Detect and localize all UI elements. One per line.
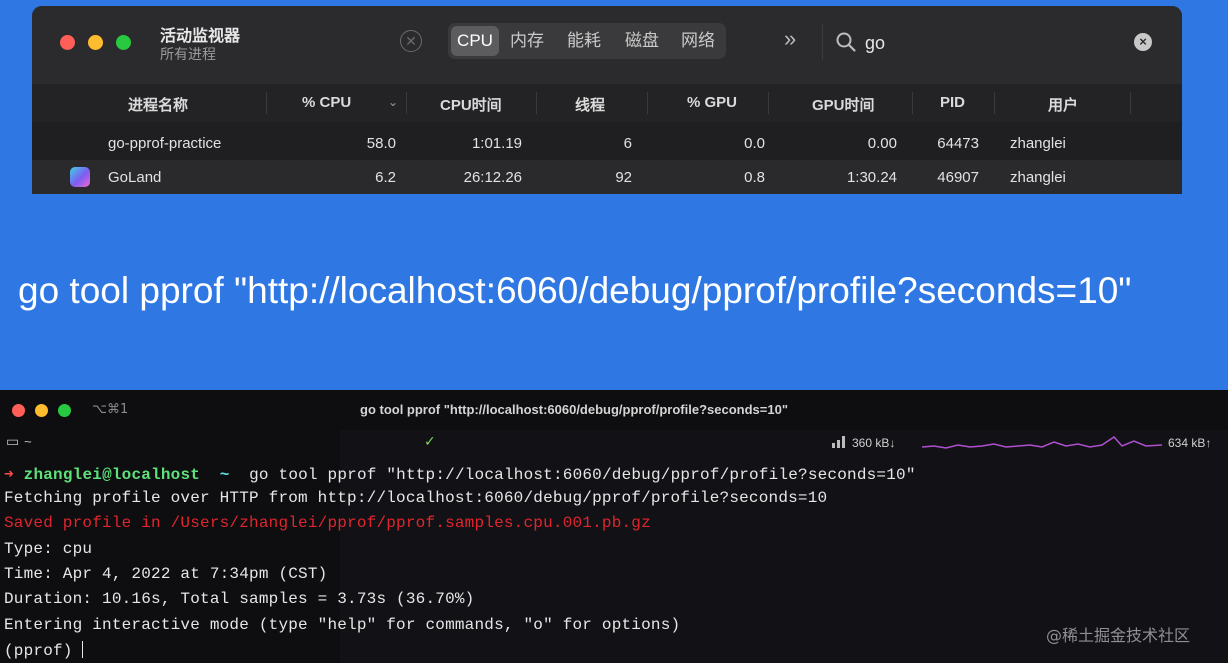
toolbar: 活动监视器 所有进程 ✕ CPU 内存 能耗 磁盘 网络 » ×	[32, 6, 1182, 84]
column-header-pid[interactable]: PID	[940, 94, 965, 111]
column-divider	[912, 92, 913, 114]
terminal-minimize-button[interactable]	[35, 404, 48, 417]
terminal-output-line: Type: cpu	[4, 540, 93, 558]
pprof-prompt-line[interactable]: (pprof)	[4, 641, 84, 660]
column-divider	[994, 92, 995, 114]
terminal-output-line: Fetching profile over HTTP from http://l…	[4, 489, 828, 507]
folder-icon: ▭	[6, 434, 20, 450]
column-header-cpu-time[interactable]: CPU时间	[440, 94, 502, 115]
terminal-prompt-line: ➜ zhanglei@localhost ~ go tool pprof "ht…	[4, 464, 916, 484]
tab-directory: ~	[24, 435, 32, 450]
column-divider	[406, 92, 407, 114]
network-download-rate: 360 kB↓	[852, 436, 896, 450]
prompt-directory: ~	[219, 466, 230, 484]
column-header-threads[interactable]: 线程	[575, 94, 605, 115]
column-divider	[768, 92, 769, 114]
more-tabs-button[interactable]: »	[784, 26, 796, 52]
gpu-time: 0.00	[867, 135, 897, 152]
terminal-output-line: Time: Apr 4, 2022 at 7:34pm (CST)	[4, 565, 328, 583]
column-header-user[interactable]: 用户	[1048, 94, 1078, 115]
pid: 46907	[937, 169, 979, 186]
activity-monitor-window: 活动监视器 所有进程 ✕ CPU 内存 能耗 磁盘 网络 » × 进程名称 % …	[32, 6, 1182, 194]
minimize-window-button[interactable]	[88, 35, 103, 50]
network-upload-rate: 634 kB↑	[1168, 436, 1212, 450]
table-row[interactable]: go-pprof-practice 58.0 1:01.19 6 0.0 0.0…	[32, 126, 1182, 160]
app-title: 活动监视器	[160, 28, 241, 45]
column-header-cpu[interactable]: % CPU	[302, 94, 351, 111]
terminal-window[interactable]: ⌥⌘1 go tool pprof "http://localhost:6060…	[0, 390, 1228, 663]
user: zhanglei	[1010, 169, 1066, 186]
cpu-percent: 58.0	[366, 135, 396, 152]
sort-descending-icon: ⌄	[388, 95, 399, 109]
gpu-percent: 0.0	[744, 135, 765, 152]
cpu-time: 26:12.26	[463, 169, 522, 186]
terminal-output-line: Entering interactive mode (type "help" f…	[4, 616, 681, 634]
watermark: @稀土掘金技术社区	[1046, 626, 1191, 645]
terminal-close-button[interactable]	[12, 404, 25, 417]
network-icon	[832, 436, 845, 448]
prompt-arrow: ➜	[4, 466, 14, 484]
cpu-percent: 6.2	[375, 169, 396, 186]
thread-count: 92	[615, 169, 632, 186]
process-name: GoLand	[108, 169, 162, 186]
gpu-time: 1:30.24	[846, 169, 897, 186]
search-icon	[836, 32, 856, 52]
terminal-output-line: Duration: 10.16s, Total samples = 3.73s …	[4, 590, 475, 608]
column-header-process-name[interactable]: 进程名称	[128, 94, 188, 115]
column-header-gpu[interactable]: % GPU	[687, 94, 737, 111]
x-circle-icon: ✕	[405, 33, 417, 49]
tab-energy[interactable]: 能耗	[560, 26, 608, 56]
app-subtitle: 所有进程	[160, 46, 216, 62]
column-header-gpu-time[interactable]: GPU时间	[812, 94, 875, 115]
user: zhanglei	[1010, 135, 1066, 152]
column-divider	[536, 92, 537, 114]
gpu-percent: 0.8	[744, 169, 765, 186]
command-caption: go tool pprof "http://localhost:6060/deb…	[18, 270, 1132, 311]
terminal-zoom-button[interactable]	[58, 404, 71, 417]
clear-search-icon[interactable]: ×	[1134, 33, 1152, 51]
search-input[interactable]	[863, 30, 1107, 56]
network-activity-graph	[922, 436, 1162, 449]
terminal-title: go tool pprof "http://localhost:6060/deb…	[360, 402, 788, 417]
terminal-saved-profile-line: Saved profile in /Users/zhanglei/pprof/p…	[4, 514, 651, 532]
category-tabs: CPU 内存 能耗 磁盘 网络	[448, 23, 726, 59]
tab-cpu[interactable]: CPU	[451, 26, 499, 56]
prompt-user: zhanglei@localhost	[23, 466, 201, 484]
pprof-prompt: (pprof)	[4, 642, 83, 660]
table-header: 进程名称 % CPU ⌄ CPU时间 线程 % GPU GPU时间 PID 用户	[32, 84, 1182, 122]
pid: 64473	[937, 135, 979, 152]
table-row[interactable]: GoLand 6.2 26:12.26 92 0.8 1:30.24 46907…	[32, 160, 1182, 194]
column-divider	[266, 92, 267, 114]
tab-network[interactable]: 网络	[674, 26, 722, 56]
goland-app-icon	[70, 167, 90, 187]
process-name: go-pprof-practice	[108, 135, 222, 152]
search-field: ×	[822, 24, 1157, 60]
tab-memory[interactable]: 内存	[503, 26, 551, 56]
cpu-time: 1:01.19	[471, 135, 522, 152]
column-divider	[1130, 92, 1131, 114]
window-shortcut: ⌥⌘1	[92, 402, 129, 417]
zoom-window-button[interactable]	[116, 35, 131, 50]
close-window-button[interactable]	[60, 35, 75, 50]
column-divider	[647, 92, 648, 114]
stop-process-button[interactable]: ✕	[400, 30, 422, 52]
tab-disk[interactable]: 磁盘	[618, 26, 666, 56]
thread-count: 6	[623, 135, 632, 152]
text-cursor	[82, 641, 84, 658]
success-check-icon: ✓	[424, 434, 436, 450]
entered-command: go tool pprof "http://localhost:6060/deb…	[249, 466, 916, 484]
